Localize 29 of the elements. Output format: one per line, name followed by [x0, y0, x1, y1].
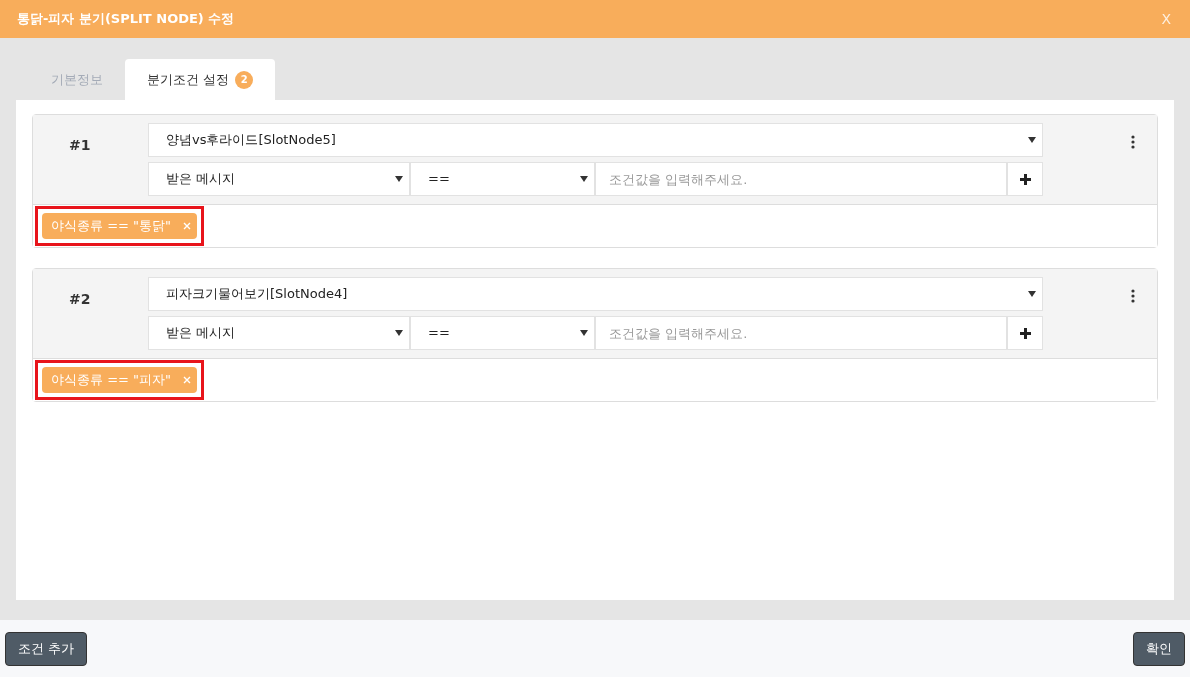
confirm-button[interactable]: 확인 — [1133, 631, 1185, 666]
caret-icon — [580, 176, 588, 182]
value-input[interactable]: 조건값을 입력해주세요. — [595, 162, 1007, 196]
condition-number: #2 — [69, 291, 91, 307]
tag-label: 야식종류 == "피자" — [51, 371, 171, 390]
add-condition-button[interactable] — [1007, 162, 1043, 196]
caret-icon — [395, 176, 403, 182]
tab[interactable]: 분기조건 설정 2 — [125, 59, 276, 100]
source-select[interactable]: 받은 메시지 — [148, 316, 410, 350]
caret-icon — [580, 330, 588, 336]
tag-label: 야식종류 == "통닭" — [51, 217, 171, 236]
add-condition-button[interactable]: 조건 추가 — [5, 631, 88, 666]
operator-select[interactable]: == — [410, 316, 595, 350]
source-select[interactable]: 받은 메시지 — [148, 162, 410, 196]
window-title: 통닭-피자 분기(SPLIT NODE) 수정 — [17, 10, 235, 29]
plus-icon — [1019, 173, 1031, 185]
more-icon[interactable] — [1131, 289, 1135, 303]
count-badge: 2 — [235, 70, 254, 89]
operator-select[interactable]: == — [410, 162, 595, 196]
plus-icon — [1019, 327, 1031, 339]
slot-select[interactable]: 피자크기물어보기[SlotNode4] — [148, 277, 1043, 311]
caret-icon — [1028, 291, 1036, 297]
value-input[interactable]: 조건값을 입력해주세요. — [595, 316, 1007, 350]
condition-number: #1 — [69, 137, 91, 153]
slot-select[interactable]: 양념vs후라이드[SlotNode5] — [148, 123, 1043, 157]
caret-icon — [395, 330, 403, 336]
more-icon[interactable] — [1131, 135, 1135, 149]
caret-icon — [1028, 137, 1036, 143]
add-condition-button[interactable] — [1007, 316, 1043, 350]
